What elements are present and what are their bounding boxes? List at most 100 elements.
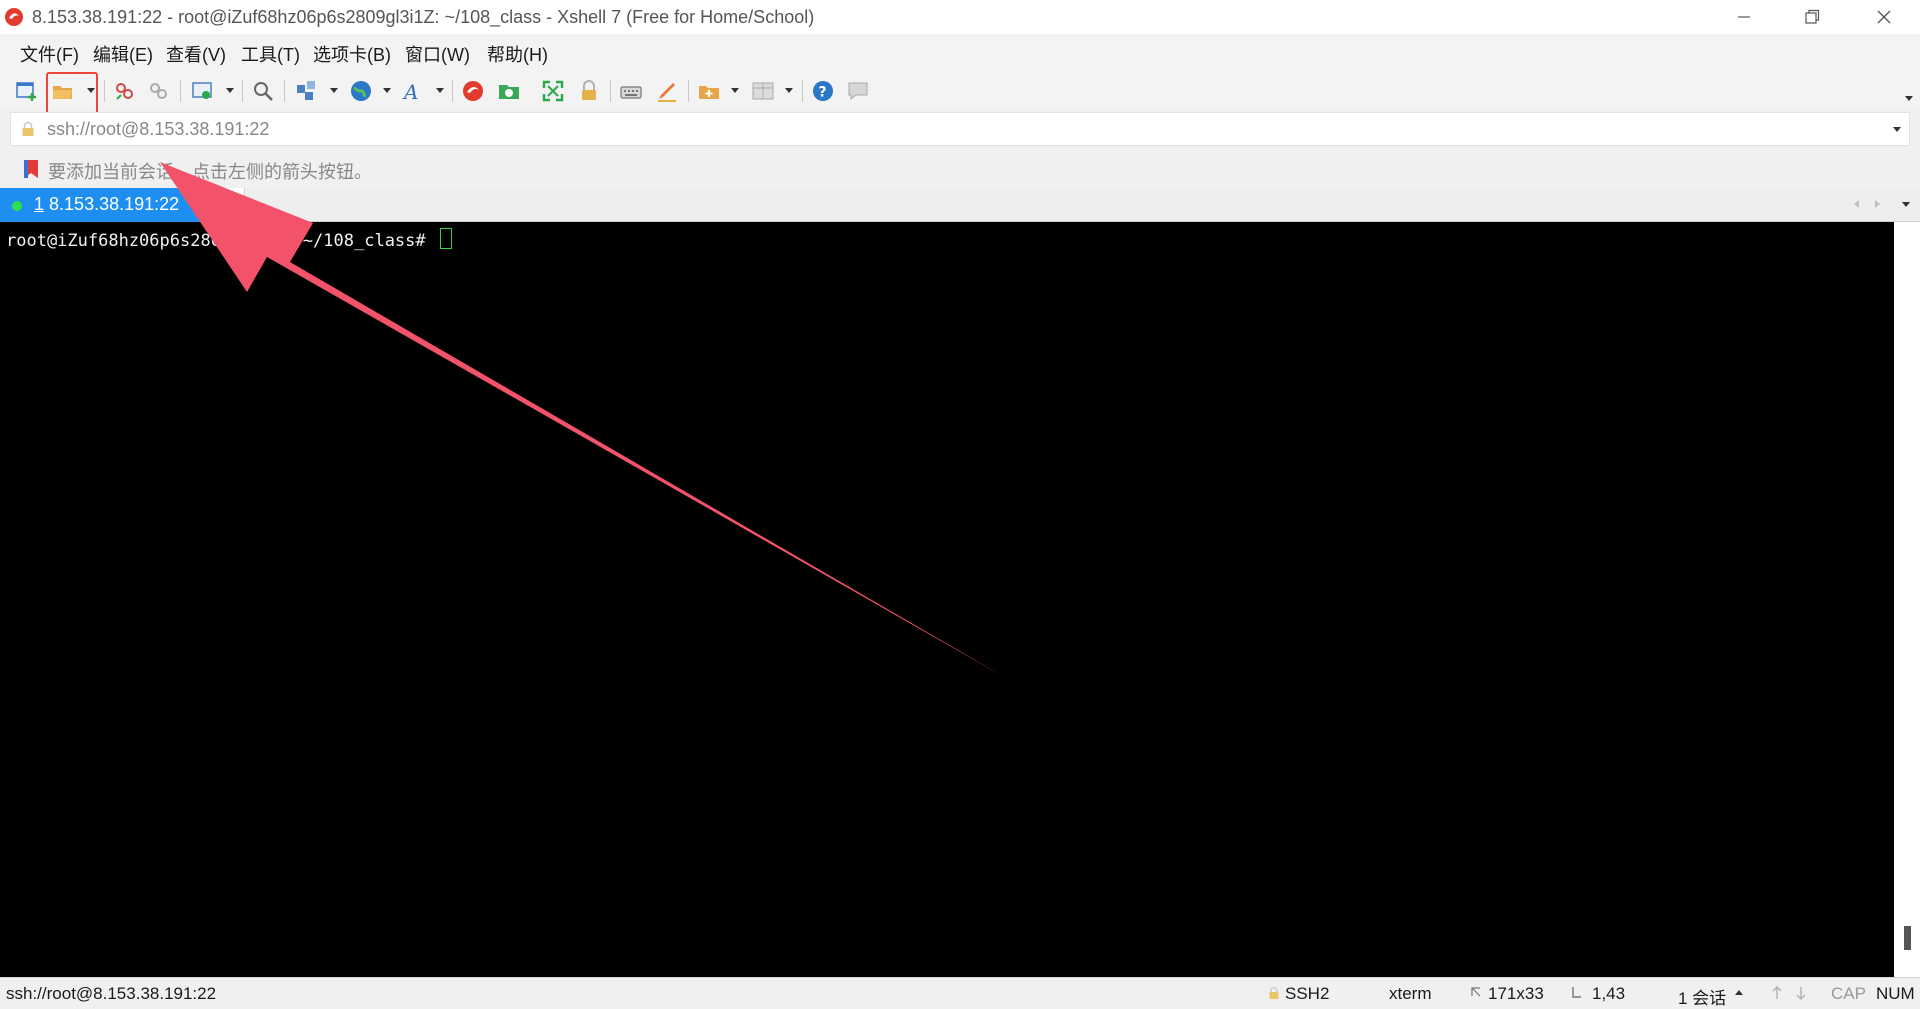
terminal-prompt: root@iZuf68hz06p6s2809gl3i1Z:~/108_class… [6, 231, 436, 251]
status-protocol: SSH2 [1285, 984, 1330, 1003]
tab-list-dropdown-arrow[interactable] [1902, 202, 1910, 207]
address-bar[interactable]: ssh://root@8.153.38.191:22 [10, 112, 1910, 146]
terminal-prompt-line: root@iZuf68hz06p6s2809gl3i1Z:~/108_class… [6, 228, 452, 251]
transfer-button[interactable] [294, 78, 320, 104]
menu-tabs[interactable]: 选项卡(B) [313, 41, 391, 67]
bookmark-icon[interactable] [22, 159, 40, 179]
tab-label: 1 8.153.38.191:22 [34, 194, 179, 215]
properties-dropdown-arrow[interactable] [226, 88, 234, 93]
status-sessions[interactable]: 1 会话 [1678, 984, 1726, 1009]
address-input[interactable]: ssh://root@8.153.38.191:22 [47, 119, 269, 140]
toolbar-separator [104, 80, 105, 102]
xftp-icon [499, 85, 519, 99]
title-bar: 8.153.38.191:22 - root@iZuf68hz06p6s2809… [0, 0, 1920, 34]
secure-lock-icon [1269, 986, 1279, 999]
scroll-up-icon[interactable] [1770, 985, 1784, 1001]
font-button[interactable]: A [400, 78, 426, 104]
quick-bar-hint: 要添加当前会话，点击左侧的箭头按钮。 [48, 162, 372, 182]
tab-session-1[interactable]: 1 8.153.38.191:22 × [0, 188, 218, 222]
tab-scroll-left-icon[interactable] [1851, 198, 1863, 210]
cursor-position-icon [1572, 987, 1581, 998]
menu-window[interactable]: 窗口(W) [405, 41, 470, 67]
globe-button[interactable] [348, 78, 374, 104]
reconnect-button[interactable] [112, 78, 138, 104]
disconnect-button[interactable] [146, 78, 172, 104]
toolbar: A ? [0, 70, 1920, 110]
svg-text:?: ? [819, 85, 827, 101]
menu-file[interactable]: 文件(F) [20, 41, 79, 67]
status-caps-lock: CAP [1831, 984, 1866, 1003]
status-num-lock: NUM [1876, 984, 1915, 1003]
lock-icon [22, 121, 34, 136]
quick-command-bar: 要添加当前会话，点击左侧的箭头按钮。 [0, 150, 1920, 186]
globe-icon [351, 81, 371, 101]
menu-tools[interactable]: 工具(T) [241, 41, 300, 67]
keyboard-icon [620, 86, 642, 99]
restore-icon [1805, 9, 1820, 24]
new-session-button[interactable] [14, 78, 40, 104]
menu-help[interactable]: 帮助(H) [487, 41, 548, 67]
font-dropdown-arrow[interactable] [436, 88, 444, 93]
layout-button[interactable] [750, 78, 776, 104]
close-icon [1877, 10, 1891, 24]
highlight-icon [658, 83, 676, 102]
compose-icon [699, 86, 719, 99]
close-window-button[interactable] [1856, 0, 1912, 34]
toolbar-separator [802, 80, 803, 102]
xftp-button[interactable] [496, 78, 522, 104]
tab-strip: 1 8.153.38.191:22 × [0, 188, 1920, 222]
toolbar-overflow-arrow[interactable] [1905, 96, 1913, 101]
layout-dropdown-arrow[interactable] [785, 88, 793, 93]
scrollbar-thumb[interactable] [1904, 926, 1911, 950]
menu-edit[interactable]: 编辑(E) [93, 41, 153, 67]
fullscreen-button[interactable] [540, 78, 566, 104]
fullscreen-icon [542, 80, 564, 102]
toolbar-separator [452, 80, 453, 102]
highlight-button[interactable] [654, 78, 680, 104]
svg-text:A: A [402, 80, 418, 103]
chat-button[interactable] [845, 78, 871, 104]
globe-dropdown-arrow[interactable] [383, 88, 391, 93]
menu-bar: 文件(F) 编辑(E) 查看(V) 工具(T) 选项卡(B) 窗口(W) 帮助(… [0, 34, 1920, 70]
sessions-up-arrow[interactable] [1735, 990, 1743, 995]
toolbar-separator [610, 80, 611, 102]
session-properties-button[interactable] [190, 78, 216, 104]
transfer-dropdown-arrow[interactable] [330, 88, 338, 93]
terminal-area[interactable]: root@iZuf68hz06p6s2809gl3i1Z:~/108_class… [0, 222, 1894, 977]
toolbar-separator [242, 80, 243, 102]
menu-view[interactable]: 查看(V) [166, 41, 226, 67]
help-icon: ? [813, 81, 833, 101]
xshell-app-icon [5, 8, 23, 26]
status-terminal-type: xterm [1389, 984, 1432, 1003]
new-tab-area[interactable] [218, 188, 245, 222]
resize-icon [1471, 987, 1481, 997]
restore-button[interactable] [1784, 0, 1840, 34]
chat-icon [848, 82, 868, 101]
toolbar-separator [180, 80, 181, 102]
xshell-icon [463, 81, 483, 101]
scroll-down-icon[interactable] [1794, 985, 1808, 1001]
help-button[interactable]: ? [810, 78, 836, 104]
lock-button[interactable] [576, 78, 602, 104]
status-cursor-position: 1,43 [1592, 984, 1626, 1003]
compose-button[interactable] [696, 78, 722, 104]
minimize-icon [1738, 16, 1750, 18]
xshell-button[interactable] [460, 78, 486, 104]
tab-scroll-right-icon[interactable] [1871, 198, 1883, 210]
compose-dropdown-arrow[interactable] [731, 88, 739, 93]
minimize-button[interactable] [1716, 0, 1772, 34]
find-icon [254, 82, 273, 101]
find-button[interactable] [250, 78, 276, 104]
address-dropdown-arrow[interactable] [1893, 127, 1901, 132]
status-size: 171x33 [1488, 984, 1544, 1003]
layout-icon [752, 82, 774, 100]
keyboard-button[interactable] [618, 78, 644, 104]
tab-host: 8.153.38.191:22 [49, 194, 180, 214]
terminal-cursor [439, 228, 452, 249]
terminal-scrollbar[interactable] [1894, 222, 1920, 977]
tab-close-icon[interactable]: × [196, 193, 205, 211]
reconnect-icon [116, 83, 133, 100]
session-properties-icon [192, 82, 212, 99]
transfer-icon [297, 81, 315, 100]
font-icon: A [402, 80, 418, 103]
